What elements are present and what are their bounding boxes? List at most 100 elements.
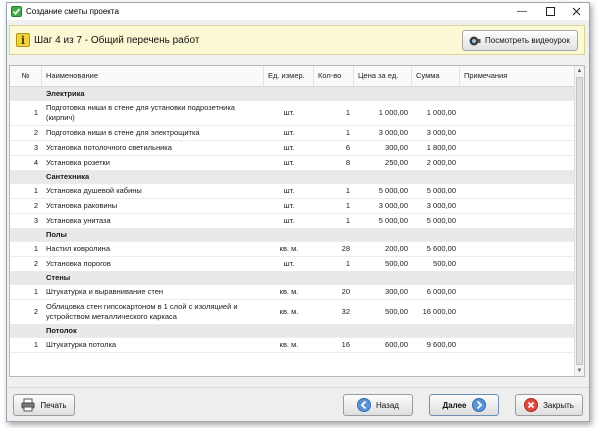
back-button[interactable]: Назад	[343, 394, 413, 416]
table-row[interactable]: 1 Штукатурка и выравнивание стен кв. м. 20 3…	[10, 284, 576, 300]
cell-sum: 9 600,00	[426, 340, 456, 349]
table-row[interactable]: 2 Подготовка ниши в стене для электрощитк…	[10, 125, 576, 141]
table-row[interactable]: 2 Облицовка стен гипсокартоном в 1 слой с…	[10, 299, 576, 325]
table-row[interactable]: 2 Установка порогов шт. 1 500,00 500,00	[10, 256, 576, 272]
cell-notes	[460, 241, 576, 256]
category-label: Полы	[46, 230, 67, 239]
category-row[interactable]: Электрика	[10, 87, 576, 101]
cell-notes	[460, 337, 576, 352]
cell-qty: 16	[341, 340, 350, 349]
cell-number: 1	[33, 108, 38, 117]
cell-qty: 8	[345, 158, 350, 167]
cell-number: 1	[33, 244, 38, 253]
table-row[interactable]: 3 Установка унитаза шт. 1 5 000,00 5 000,00	[10, 213, 576, 229]
cell-notes	[460, 183, 576, 198]
cell-notes	[460, 198, 576, 213]
cell-name: Подготовка ниши в стене для установки по…	[46, 102, 235, 122]
col-header-notes[interactable]: Примечания	[460, 66, 576, 86]
step-banner: i Шаг 4 из 7 - Общий перечень работ Посм…	[9, 25, 585, 55]
cell-number: 1	[33, 186, 38, 195]
printer-icon	[21, 398, 35, 412]
cell-price: 200,00	[385, 244, 408, 253]
category-label: Сантехника	[46, 172, 90, 181]
print-button[interactable]: Печать	[13, 394, 75, 416]
table-row[interactable]: 1 Установка душевой кабины шт. 1 5 000,00 5 0…	[10, 183, 576, 199]
close-icon	[572, 7, 580, 16]
cell-number: 1	[33, 340, 38, 349]
works-table: № Наименование Ед. измер. Кол-во Цена за…	[9, 65, 585, 377]
table-row[interactable]: 2 Установка раковины шт. 1 3 000,00 3 000,00	[10, 198, 576, 214]
cell-name: Установка унитаза	[46, 215, 111, 225]
cell-qty: 1	[345, 216, 350, 225]
cell-sum: 1 000,00	[426, 108, 456, 117]
minimize-icon: —	[517, 6, 527, 17]
category-row[interactable]: Полы	[10, 228, 576, 242]
cell-qty: 1	[345, 128, 350, 137]
close-window-button[interactable]	[563, 3, 589, 20]
scrollbar-thumb[interactable]	[576, 77, 583, 365]
cell-name: Установка душевой кабины	[46, 185, 142, 195]
watch-video-button[interactable]: Посмотреть видеоурок	[462, 30, 578, 51]
step-title: Шаг 4 из 7 - Общий перечень работ	[34, 35, 200, 46]
cell-qty: 20	[341, 287, 350, 296]
cell-unit: шт.	[283, 259, 295, 268]
cell-name: Установка потолочного светильника	[46, 142, 172, 152]
cell-sum: 5 600,00	[426, 244, 456, 253]
table-row[interactable]: 4 Установка розетки шт. 8 250,00 2 000,00	[10, 155, 576, 171]
category-row[interactable]: Потолок	[10, 324, 576, 338]
cell-price: 500,00	[385, 259, 408, 268]
cell-unit: шт.	[283, 143, 295, 152]
table-row[interactable]: 1 Настил ковролина кв. м. 28 200,00 5 600,00	[10, 241, 576, 257]
table-row[interactable]: 1 Подготовка ниши в стене для установки п…	[10, 100, 576, 126]
close-label: Закрыть	[543, 400, 574, 410]
col-header-number[interactable]: №	[10, 66, 42, 86]
scroll-up-icon[interactable]: ▲	[575, 66, 584, 76]
cell-sum: 6 000,00	[426, 287, 456, 296]
cell-unit: шт.	[283, 201, 295, 210]
scroll-down-icon[interactable]: ▼	[575, 366, 584, 376]
cell-name: Штукатурка потолка	[46, 339, 117, 349]
cell-number: 2	[33, 259, 38, 268]
next-button[interactable]: Далее	[429, 394, 499, 416]
cell-price: 250,00	[385, 158, 408, 167]
cell-qty: 1	[345, 201, 350, 210]
table-row[interactable]: 1 Штукатурка потолка кв. м. 16 600,00 9 600,0…	[10, 337, 576, 353]
cell-price: 1 000,00	[378, 108, 408, 117]
cell-sum: 1 800,00	[426, 143, 456, 152]
cell-qty: 6	[345, 143, 350, 152]
cell-sum: 3 000,00	[426, 201, 456, 210]
cell-number: 2	[33, 128, 38, 137]
print-label: Печать	[40, 400, 67, 410]
cell-price: 5 000,00	[378, 216, 408, 225]
cell-unit: шт.	[283, 128, 295, 137]
cell-notes	[460, 284, 576, 299]
col-header-name[interactable]: Наименование	[42, 66, 264, 86]
maximize-button[interactable]	[537, 3, 563, 20]
table-header: № Наименование Ед. измер. Кол-во Цена за…	[10, 66, 576, 87]
cell-price: 3 000,00	[378, 128, 408, 137]
cell-number: 3	[33, 143, 38, 152]
category-row[interactable]: Сантехника	[10, 170, 576, 184]
title-bar: Создание сметы проекта —	[7, 3, 589, 20]
table-row[interactable]: 3 Установка потолочного светильника шт. 6 30…	[10, 140, 576, 156]
col-header-price[interactable]: Цена за ед.	[354, 66, 412, 86]
cell-sum: 2 000,00	[426, 158, 456, 167]
vertical-scrollbar[interactable]: ▲ ▼	[574, 66, 584, 376]
cell-unit: шт.	[283, 108, 295, 117]
cell-number: 2	[33, 307, 38, 316]
arrow-right-icon	[471, 398, 486, 412]
cell-qty: 1	[345, 259, 350, 268]
cell-qty: 28	[341, 244, 350, 253]
cell-unit: кв. м.	[279, 287, 299, 296]
cell-sum: 5 000,00	[426, 216, 456, 225]
category-label: Стены	[46, 273, 71, 282]
cell-number: 4	[33, 158, 38, 167]
close-button[interactable]: Закрыть	[515, 394, 583, 416]
back-label: Назад	[376, 400, 399, 410]
cell-qty: 32	[341, 307, 350, 316]
col-header-qty[interactable]: Кол-во	[314, 66, 354, 86]
minimize-button[interactable]: —	[509, 3, 535, 20]
category-row[interactable]: Стены	[10, 271, 576, 285]
col-header-sum[interactable]: Сумма	[412, 66, 460, 86]
col-header-unit[interactable]: Ед. измер.	[264, 66, 314, 86]
